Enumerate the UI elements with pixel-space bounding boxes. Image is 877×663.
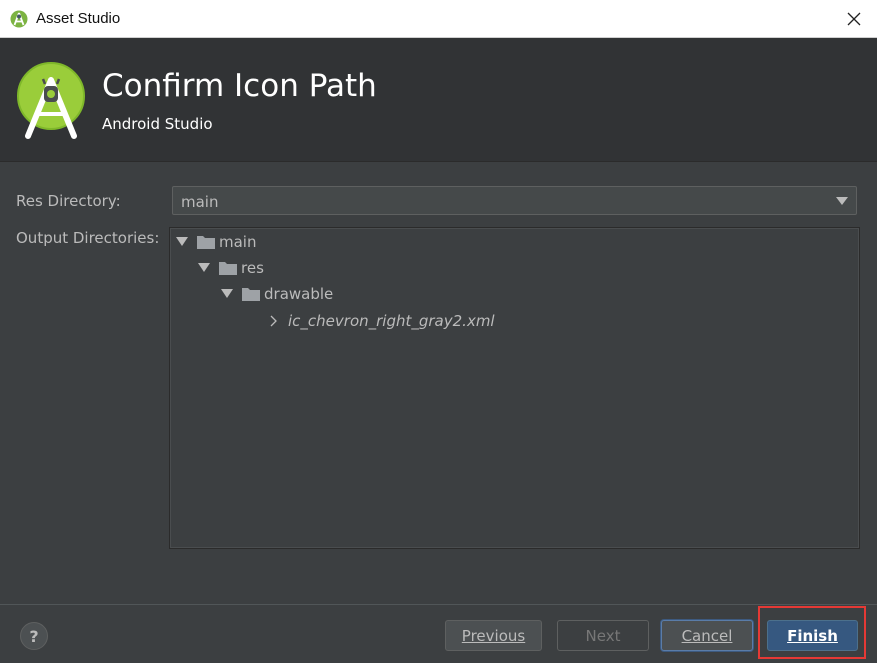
next-label: Next	[585, 626, 621, 645]
tree-node-main[interactable]: main	[176, 231, 256, 253]
title-bar: Asset Studio	[0, 0, 877, 38]
expanded-triangle-icon	[176, 237, 188, 246]
dropdown-arrow-icon	[836, 197, 848, 205]
android-studio-icon	[10, 10, 28, 28]
tree-node-label: res	[241, 259, 264, 277]
next-button[interactable]: Next	[557, 620, 649, 651]
tree-node-res[interactable]: res	[198, 257, 264, 279]
cancel-button[interactable]: Cancel	[661, 620, 753, 651]
res-directory-select[interactable]: main	[172, 186, 857, 215]
output-directories-tree[interactable]: main res drawable ic_chevron_right_gray2…	[169, 227, 860, 549]
tree-node-label: drawable	[264, 285, 334, 303]
res-directory-label: Res Directory:	[16, 192, 121, 210]
output-directories-label: Output Directories:	[16, 229, 160, 247]
close-icon	[847, 12, 861, 26]
dialog-header: Confirm Icon Path Android Studio	[0, 38, 877, 162]
folder-icon	[242, 288, 260, 301]
folder-icon	[197, 236, 215, 249]
tree-node-label: main	[219, 233, 257, 251]
cancel-label: Cancel	[681, 626, 733, 645]
page-title: Confirm Icon Path	[102, 68, 377, 104]
expanded-triangle-icon	[198, 263, 210, 272]
window-title: Asset Studio	[36, 10, 121, 27]
expanded-triangle-icon	[221, 289, 233, 298]
close-button[interactable]	[840, 6, 868, 32]
chevron-right-icon	[270, 315, 277, 327]
tree-node-label: ic_chevron_right_gray2.xml	[288, 312, 495, 330]
page-subtitle: Android Studio	[102, 115, 213, 133]
previous-label: Previous	[461, 626, 526, 645]
res-directory-value: main	[181, 193, 219, 211]
finish-label: Finish	[787, 626, 838, 645]
help-button[interactable]: ?	[20, 622, 48, 650]
previous-button[interactable]: Previous	[445, 620, 542, 651]
footer-divider	[0, 604, 877, 605]
finish-button[interactable]: Finish	[767, 620, 858, 651]
folder-icon	[219, 262, 237, 275]
tree-node-file[interactable]: ic_chevron_right_gray2.xml	[270, 310, 495, 332]
help-icon: ?	[29, 626, 39, 646]
tree-node-drawable[interactable]: drawable	[221, 283, 333, 305]
android-studio-logo	[17, 62, 85, 139]
